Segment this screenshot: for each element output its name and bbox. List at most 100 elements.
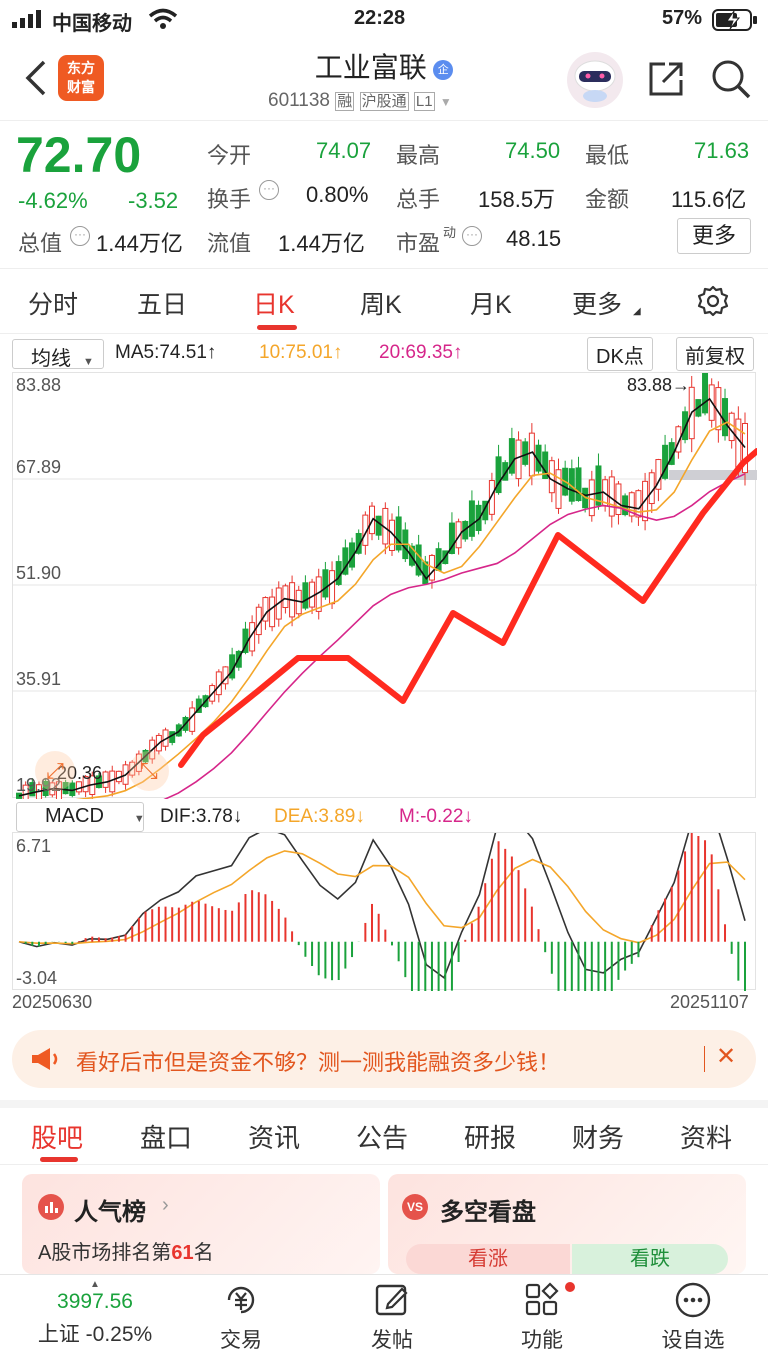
section-gap bbox=[0, 1100, 768, 1108]
code-row[interactable]: 601138 融 沪股通 L1 ▼ bbox=[268, 90, 452, 112]
info-icon[interactable]: ··· bbox=[70, 226, 90, 246]
nav-watchlist-label: 设自选 bbox=[661, 1329, 725, 1352]
tab-monthly-k[interactable]: 月K bbox=[470, 285, 512, 321]
macd-selector[interactable]: MACD ▼ bbox=[16, 802, 145, 832]
battery-percent: 57% bbox=[662, 7, 703, 29]
amount-label: 金额 bbox=[585, 187, 630, 212]
financing-banner[interactable]: 看好后市但是资金不够？测一测我能融资多少钱！ ✕ bbox=[12, 1030, 756, 1088]
info-icon[interactable]: ··· bbox=[462, 226, 482, 246]
stock-code: 601138 bbox=[268, 90, 330, 111]
turnover-value: 0.80% bbox=[306, 182, 369, 207]
ma-selector[interactable]: 均线 ▼ bbox=[12, 339, 104, 370]
popularity-card[interactable]: 人气榜 › A股市场排名第61名 bbox=[22, 1174, 380, 1274]
nav-trade[interactable]: 交易 bbox=[176, 1280, 306, 1354]
megaphone-icon bbox=[30, 1046, 60, 1072]
kline-chart[interactable]: 83.88 67.89 51.90 35.91 19.92 83.88→ 20.… bbox=[12, 372, 757, 799]
turnover-label: 换手 bbox=[207, 187, 252, 212]
bull-button[interactable]: 看涨 bbox=[406, 1244, 570, 1274]
bear-label: 看跌 bbox=[630, 1248, 670, 1270]
amount-value: 115.6亿 bbox=[671, 187, 747, 212]
macd-chart[interactable]: 6.71 -3.04 bbox=[12, 832, 756, 991]
more-dots-icon bbox=[675, 1282, 711, 1318]
ma5-value: MA5:74.51↑ bbox=[115, 342, 217, 363]
dropdown-icon: ▼ bbox=[133, 813, 145, 825]
y-label-4: 35.91 bbox=[16, 669, 62, 689]
tab-more[interactable]: 更多 bbox=[572, 285, 622, 321]
tab-orderbook[interactable]: 盘口 bbox=[140, 1118, 192, 1155]
tag-level: L1 bbox=[413, 92, 435, 111]
high-label: 最高 bbox=[396, 143, 441, 168]
close-icon[interactable]: ✕ bbox=[716, 1042, 736, 1071]
search-icon[interactable] bbox=[710, 58, 752, 100]
popularity-rank: 61 bbox=[171, 1242, 194, 1264]
open-value: 74.07 bbox=[316, 138, 372, 163]
index-name: 上证 -0.25% bbox=[37, 1323, 153, 1346]
open-label: 今开 bbox=[207, 143, 252, 168]
info-icon[interactable]: ··· bbox=[259, 180, 279, 200]
candle-body bbox=[702, 373, 709, 414]
candle-body bbox=[508, 438, 515, 474]
tab-profile[interactable]: 资料 bbox=[680, 1118, 732, 1155]
popularity-suffix: 名 bbox=[193, 1242, 214, 1264]
date-end: 20251107 bbox=[670, 992, 749, 1012]
candle-body bbox=[575, 467, 582, 502]
chevron-down-icon: ▼ bbox=[439, 95, 452, 109]
candle-body bbox=[722, 398, 729, 437]
popularity-prefix: A股市场排名第 bbox=[38, 1242, 172, 1264]
change-percent: -4.62% bbox=[18, 188, 88, 213]
stock-name[interactable]: 工业富联 bbox=[315, 52, 427, 83]
expand-icon[interactable]: ⤡ bbox=[129, 751, 169, 791]
candle-body bbox=[335, 561, 342, 585]
macd-selector-label: MACD bbox=[45, 805, 104, 827]
bear-button[interactable]: 看跌 bbox=[572, 1244, 728, 1274]
tab-financials[interactable]: 财务 bbox=[572, 1118, 624, 1155]
nav-functions[interactable]: 功能 bbox=[477, 1280, 607, 1354]
active-tab-indicator bbox=[257, 325, 297, 330]
tab-weekly-k[interactable]: 周K bbox=[360, 285, 402, 321]
candle-body bbox=[302, 582, 309, 609]
forward-adjust-button[interactable]: 前复权 bbox=[676, 337, 754, 371]
ranking-icon bbox=[38, 1194, 64, 1220]
expand-icon[interactable]: ⤢ bbox=[35, 751, 75, 791]
candle-body bbox=[282, 585, 289, 609]
nav-watchlist[interactable]: 设自选 bbox=[628, 1280, 758, 1354]
low-value: 71.63 bbox=[694, 138, 750, 163]
date-start: 20250630 bbox=[12, 992, 93, 1012]
m-value: M:-0.22↓ bbox=[399, 806, 473, 827]
kline-svg bbox=[13, 373, 757, 799]
tab-timeshare[interactable]: 分时 bbox=[28, 285, 78, 321]
pe-sup: 动 bbox=[443, 225, 457, 240]
candle-body bbox=[588, 479, 595, 517]
more-button[interactable]: 更多 bbox=[677, 218, 751, 254]
candle-body bbox=[468, 500, 475, 537]
dif-line bbox=[18, 833, 746, 979]
ma-selector-label: 均线 bbox=[31, 348, 71, 370]
dk-point-button[interactable]: DK点 bbox=[587, 337, 653, 371]
bull-bear-card[interactable]: VS 多空看盘 看涨 看跌 bbox=[388, 1174, 746, 1274]
dropdown-icon: ▼ bbox=[83, 356, 94, 368]
share-icon[interactable] bbox=[645, 58, 687, 100]
candle-body bbox=[522, 441, 529, 465]
tab-research[interactable]: 研报 bbox=[464, 1118, 516, 1155]
nav-post[interactable]: 发帖 bbox=[327, 1280, 457, 1354]
index-widget[interactable]: ▲ 3997.56 上证 -0.25% bbox=[20, 1279, 170, 1348]
status-bar: 中国移动 22:28 57% bbox=[0, 0, 768, 40]
tab-daily-k[interactable]: 日K bbox=[253, 285, 295, 321]
candle-body bbox=[615, 483, 622, 515]
vs-title: 多空看盘 bbox=[440, 1199, 536, 1226]
candle-body bbox=[595, 465, 602, 506]
signal-icon bbox=[12, 10, 44, 28]
gear-icon[interactable] bbox=[696, 284, 730, 318]
tab-news[interactable]: 资讯 bbox=[248, 1118, 300, 1155]
tab-forum[interactable]: 股吧 bbox=[31, 1118, 83, 1155]
robot-assistant-icon[interactable] bbox=[567, 52, 623, 108]
macd-top-label: 6.71 bbox=[16, 836, 52, 856]
tag-margin: 融 bbox=[335, 92, 355, 111]
tab-announcements[interactable]: 公告 bbox=[356, 1118, 408, 1155]
grid-icon bbox=[525, 1282, 559, 1316]
total-value: 1.44万亿 bbox=[96, 231, 183, 256]
ma10-value: 10:75.01↑ bbox=[259, 342, 343, 363]
last-price: 72.70 bbox=[16, 127, 142, 183]
bull-label: 看涨 bbox=[468, 1248, 508, 1270]
tab-five-day[interactable]: 五日 bbox=[137, 285, 187, 321]
